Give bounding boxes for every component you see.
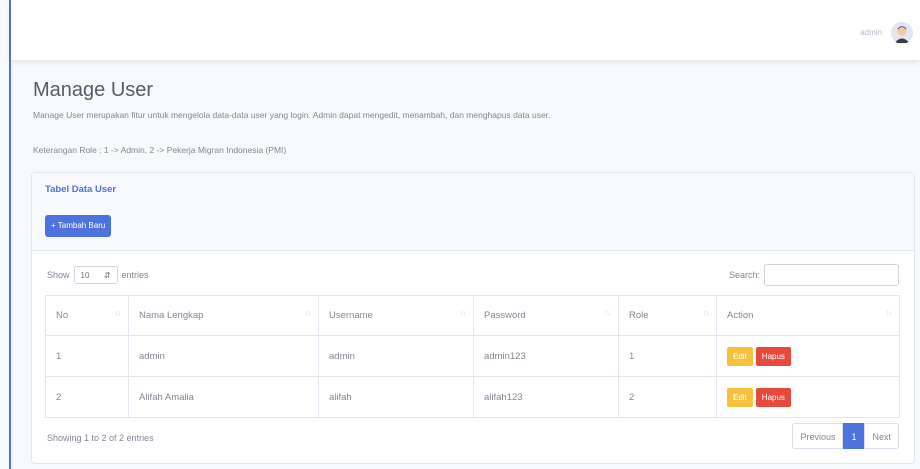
topbar: admin [11,0,920,60]
page-title: Manage User [33,79,154,101]
column-header-nama-lengkap[interactable]: Nama Lengkap ↑↓ [128,295,319,336]
table-info: Showing 1 to 2 of 2 entries [47,433,154,443]
cell-role: 1 [618,335,717,377]
cell-no: 1 [45,335,129,377]
table-header-row: No ↑↓ Nama Lengkap ↑↓ Username ↑↓ Password ↑… [45,295,900,336]
sort-icon: ↑↓ [115,310,121,317]
cell-role: 2 [618,376,717,418]
next-page-button[interactable]: Next [864,423,899,449]
cell-name: Alifah Amalia [128,376,319,418]
page-button-current[interactable]: 1 [843,423,865,449]
delete-button[interactable]: Hapus [755,346,791,366]
cell-no: 2 [45,376,129,418]
column-header-password[interactable]: Password ↑↓ [473,295,619,336]
user-avatar-icon[interactable] [891,22,913,44]
cell-action: Edit Hapus [716,376,900,418]
select-arrows-icon: ⇵ [103,270,111,280]
sort-icon: ↑↓ [703,310,709,317]
cell-username: alifah [318,376,474,418]
edit-button[interactable]: Edit [727,387,753,407]
edit-button[interactable]: Edit [727,346,753,366]
sort-icon: ↑↓ [460,310,466,317]
page-description: Manage User merupakan fitur untuk mengel… [33,110,551,120]
column-header-username[interactable]: Username ↑↓ [318,295,474,336]
sort-icon: ↑↓ [605,310,611,317]
previous-page-button[interactable]: Previous [792,423,844,449]
pagination: Previous 1 Next [792,423,899,449]
column-header-role[interactable]: Role ↑↓ [618,295,717,336]
column-header-action[interactable]: Action ↑↓ [716,295,900,336]
cell-password: alifah123 [473,376,619,418]
search-label: Search: [728,270,760,280]
column-header-no[interactable]: No ↑↓ [45,295,129,336]
entries-length-control: Show 10 ⇵ entries [47,266,149,284]
entries-select-value: 10 [80,270,90,280]
table-row: 1 admin admin admin123 1 Edit Hapus [45,335,900,377]
topbar-user-name[interactable]: admin [860,28,882,37]
entries-select[interactable]: 10 ⇵ [73,266,118,284]
user-table-card: Tabel Data User + Tambah Baru Show 10 ⇵ … [31,172,915,464]
sidebar-edge [9,0,11,469]
search-input[interactable] [764,264,899,286]
sort-icon: ↑↓ [886,310,892,317]
entries-label: entries [121,270,149,280]
card-title: Tabel Data User [45,184,117,195]
role-note: Keterangan Role : 1 -> Admin, 2 -> Peker… [33,145,287,155]
table-row: 2 Alifah Amalia alifah alifah123 2 Edit H… [45,376,900,418]
cell-username: admin [318,335,474,377]
user-table: No ↑↓ Nama Lengkap ↑↓ Username ↑↓ Password ↑… [45,295,900,418]
card-header: Tabel Data User + Tambah Baru [32,173,914,251]
cell-name: admin [128,335,319,377]
sort-icon: ↑↓ [305,310,311,317]
cell-password: admin123 [473,335,619,377]
delete-button[interactable]: Hapus [755,387,791,407]
search-control: Search: [729,264,899,286]
show-label: Show [47,270,70,280]
cell-action: Edit Hapus [716,335,900,377]
add-user-button[interactable]: + Tambah Baru [45,215,112,237]
